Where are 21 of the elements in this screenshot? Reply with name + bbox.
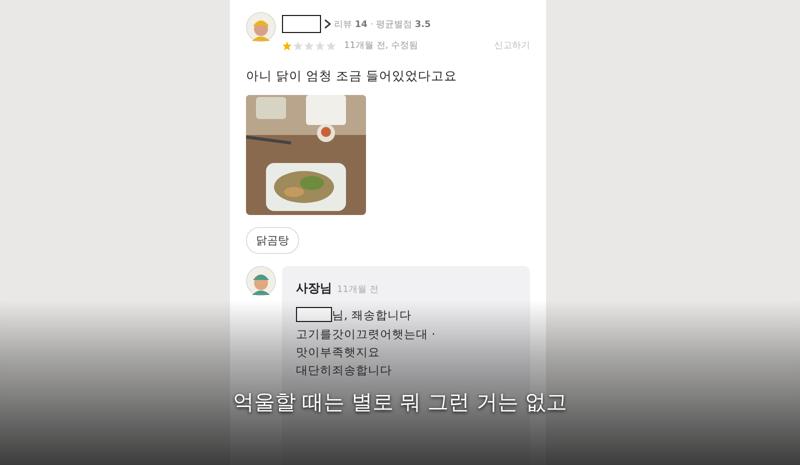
reply-text: 님, 좨송합니다 (332, 308, 412, 320)
chevron-right-icon[interactable] (324, 19, 331, 29)
menu-tag[interactable]: 닭곰탕 (246, 227, 299, 254)
review-stats: 리뷰 14 · 평균별점 3.5 (334, 18, 431, 30)
reply-text: 맛이부족햇지요 (296, 346, 380, 358)
reply-author: 사장님 (296, 280, 332, 297)
review-time: 11개월 전, 수정됨 (344, 40, 420, 52)
review-text: 아니 닭이 엄청 조금 들어있었다고요 (246, 68, 458, 85)
reviewer-avatar-icon (246, 12, 276, 42)
reply-time: 11개월 전 (337, 284, 378, 296)
reply-text: 대단히죄송합니다 (296, 364, 392, 376)
subtitle: 억울할 때는 별로 뭐 그런 거는 없고 (232, 389, 568, 416)
star-icon (304, 40, 314, 50)
reply-text: 고기를갓이끄렷어햇는대 · (296, 328, 436, 340)
redaction-box (282, 15, 321, 33)
redaction-box (296, 307, 332, 322)
star-icon (326, 40, 336, 50)
star-icon (282, 40, 292, 50)
star-icon (293, 40, 303, 50)
owner-avatar-icon (246, 266, 276, 296)
star-icon (315, 40, 325, 50)
